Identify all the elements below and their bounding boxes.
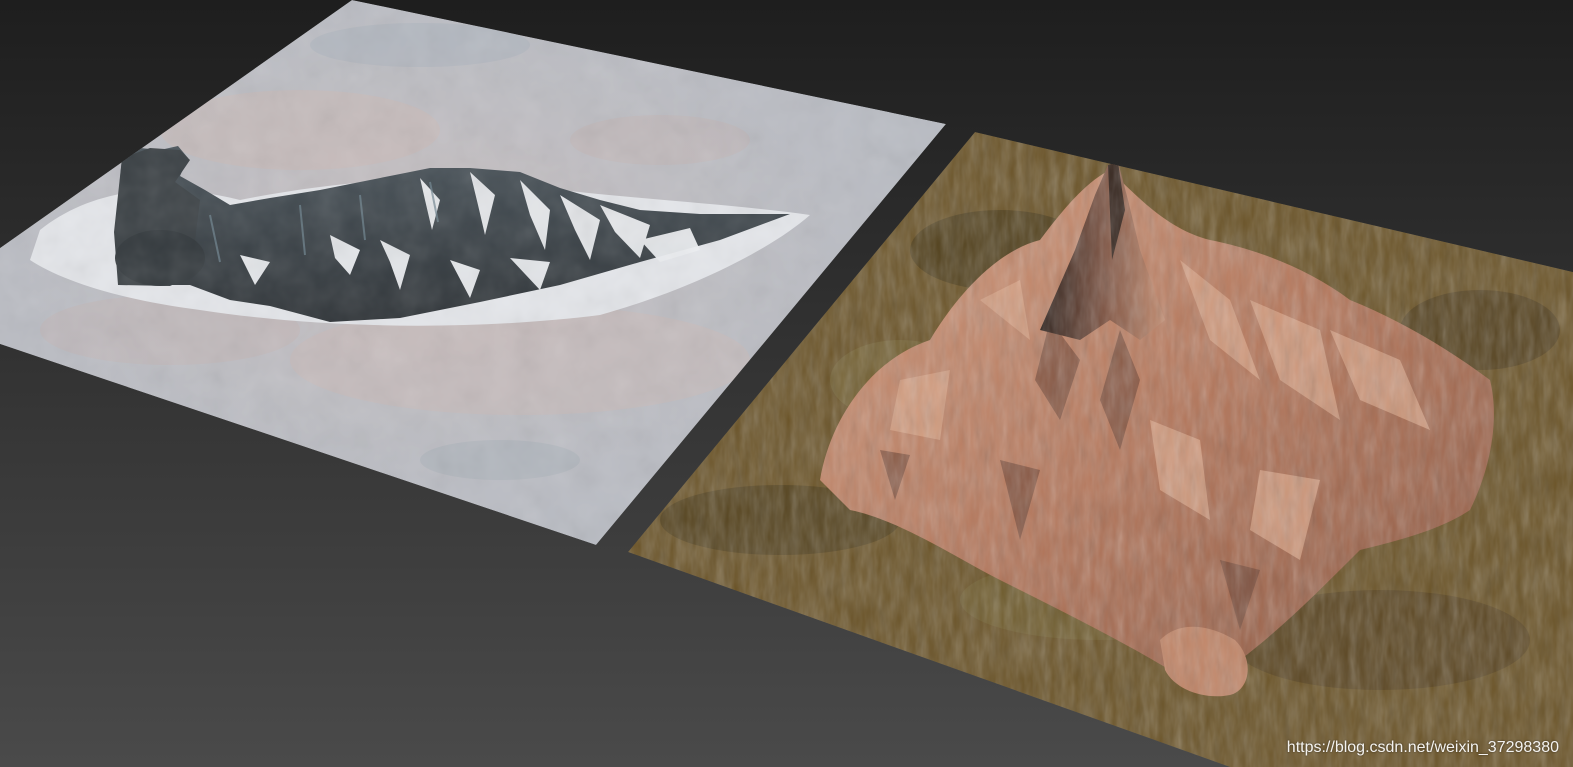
watermark: https://blog.csdn.net/weixin_37298380 <box>1286 739 1559 756</box>
viewport[interactable]: https://blog.csdn.net/weixin_37298380 <box>0 0 1573 767</box>
scene-canvas[interactable] <box>0 0 1573 767</box>
